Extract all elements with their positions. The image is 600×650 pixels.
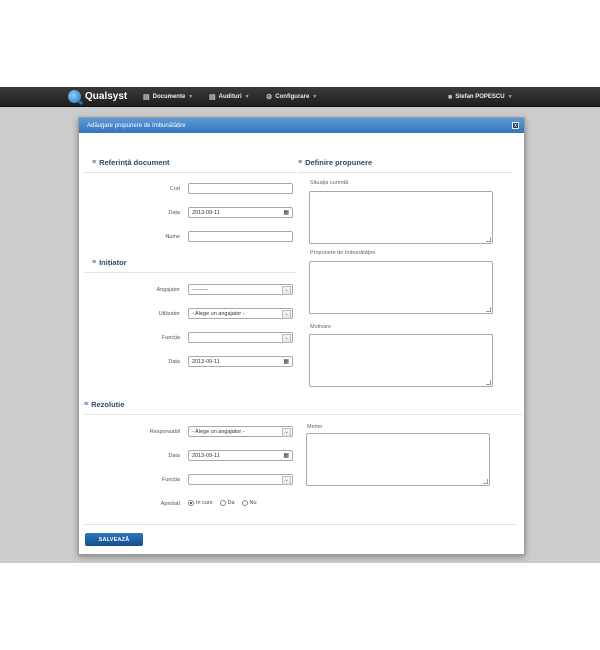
list-icon: ≡ (92, 159, 97, 166)
utilizator-select[interactable]: - Alege un angajator - ⌄ (188, 308, 293, 319)
chevron-down-icon: ⌄ (282, 310, 291, 319)
chevron-down-icon: ⌄ (282, 334, 291, 343)
menu-audituri[interactable]: ▤ Audituri ▼ (209, 92, 250, 102)
menu-configurare-label: Configurare (275, 94, 310, 100)
nume-input[interactable] (188, 231, 293, 242)
memo-label: Memo (307, 424, 323, 430)
responsabil-select[interactable]: - Alege un angajator - ⌄ (188, 426, 293, 437)
rezolutie-data-label: Data (168, 453, 180, 459)
section-rezolutie-title: Rezolutie (91, 400, 125, 409)
angajator-value: --------- (192, 286, 209, 293)
close-button[interactable]: x (512, 122, 519, 129)
dialog-header: Adăugare propunere de îmbunătățire x (79, 118, 524, 133)
situatia-label: Situația curentă (310, 180, 349, 186)
calendar-icon[interactable]: ▦ (283, 209, 289, 216)
situatia-textarea[interactable] (309, 191, 493, 244)
radio-nu-label[interactable]: Nu (250, 500, 257, 506)
list-icon: ≡ (84, 401, 89, 408)
top-navbar: Qualsyst ▤ Documente ▼ ▤ Audituri ▼ ⚙ Co… (0, 87, 600, 107)
nume-label: Nume (165, 234, 180, 240)
aprobat-radio-group: In curs Da Nu (188, 500, 264, 506)
chevron-down-icon: ▼ (188, 94, 194, 100)
menu-documente-label: Documente (152, 94, 186, 100)
section-initiator: ≡ Inițiator (92, 258, 127, 267)
calendar-icon[interactable]: ▦ (283, 358, 289, 365)
referinta-data-label: Data (168, 210, 180, 216)
memo-textarea[interactable] (306, 433, 490, 486)
clipboard-icon: ▤ (209, 94, 216, 101)
calendar-icon[interactable]: ▦ (283, 452, 289, 459)
rezolutie-functia-select[interactable]: ⌄ (188, 474, 293, 485)
radio-in-curs-label[interactable]: In curs (196, 500, 213, 506)
menu-audituri-label: Audituri (218, 94, 242, 100)
logo-icon (68, 90, 81, 103)
angajator-select[interactable]: --------- ⌄ (188, 284, 293, 295)
divider (84, 414, 522, 415)
chevron-down-icon: ▼ (507, 94, 513, 100)
section-referinta: ≡ Referință document (92, 158, 170, 167)
document-icon: ▤ (143, 94, 150, 101)
section-definire: ≡ Definire propunere (298, 158, 372, 167)
divider (298, 172, 512, 173)
section-referinta-title: Referință document (99, 158, 170, 167)
user-icon: ■ (448, 93, 453, 101)
initiator-date-input[interactable]: 2013-09-11 ▦ (188, 356, 293, 367)
gear-icon: ⚙ (266, 94, 273, 101)
rezolutie-date-value: 2013-09-11 (192, 452, 220, 459)
user-name: Stefan POPESCU (455, 94, 505, 100)
utilizator-label: Utilizator (158, 311, 180, 317)
cod-label: Cod (169, 186, 180, 192)
section-initiator-title: Inițiator (99, 258, 127, 267)
motivare-textarea[interactable] (309, 334, 493, 387)
rezolutie-date-input[interactable]: 2013-09-11 ▦ (188, 450, 293, 461)
rezolutie-functia-label: Funcția (161, 477, 180, 483)
divider (84, 172, 296, 173)
propunere-textarea[interactable] (309, 261, 493, 314)
aprobat-label: Aprobat (160, 501, 180, 507)
save-button[interactable]: SALVEAZĂ (85, 533, 143, 546)
responsabil-value: - Alege un angajator - (192, 428, 245, 435)
menu-documente[interactable]: ▤ Documente ▼ (143, 92, 193, 102)
divider (84, 272, 296, 273)
motivare-label: Motivare (310, 324, 332, 330)
list-icon: ≡ (92, 259, 97, 266)
referinta-date-input[interactable]: 2013-09-11 ▦ (188, 207, 293, 218)
initiator-date-value: 2013-09-11 (192, 358, 220, 365)
initiator-functia-label: Funcția (161, 335, 180, 341)
brand-name: Qualsyst (85, 91, 128, 102)
chevron-down-icon: ⌄ (282, 476, 291, 485)
initiator-functia-select[interactable]: ⌄ (188, 332, 293, 343)
radio-da-label[interactable]: Da (228, 500, 235, 506)
menu-configurare[interactable]: ⚙ Configurare ▼ (266, 92, 317, 102)
chevron-down-icon: ⌄ (282, 286, 291, 295)
dialog-title: Adăugare propunere de îmbunătățire (87, 122, 186, 129)
utilizator-value: - Alege un angajator - (192, 310, 245, 317)
referinta-date-value: 2013-09-11 (192, 209, 220, 216)
radio-nu[interactable] (241, 500, 248, 506)
brand[interactable]: Qualsyst (68, 89, 127, 104)
user-menu[interactable]: ■ Stefan POPESCU ▼ (448, 92, 513, 102)
list-icon: ≡ (298, 159, 303, 166)
section-rezolutie: ≡ Rezolutie (84, 400, 124, 409)
angajator-label: Angajator (156, 287, 180, 293)
chevron-down-icon: ▼ (244, 94, 250, 100)
initiator-data-label: Data (168, 359, 180, 365)
radio-in-curs[interactable] (188, 500, 194, 506)
radio-da[interactable] (219, 500, 226, 506)
responsabil-label: Responsabil (149, 429, 180, 435)
chevron-down-icon: ▼ (312, 94, 318, 100)
cod-input[interactable] (188, 183, 293, 194)
propunere-label: Propunere de îmbunătățire (310, 250, 376, 256)
chevron-down-icon: ⌄ (282, 428, 291, 437)
section-definire-title: Definire propunere (305, 158, 373, 167)
footer-divider (84, 524, 516, 525)
